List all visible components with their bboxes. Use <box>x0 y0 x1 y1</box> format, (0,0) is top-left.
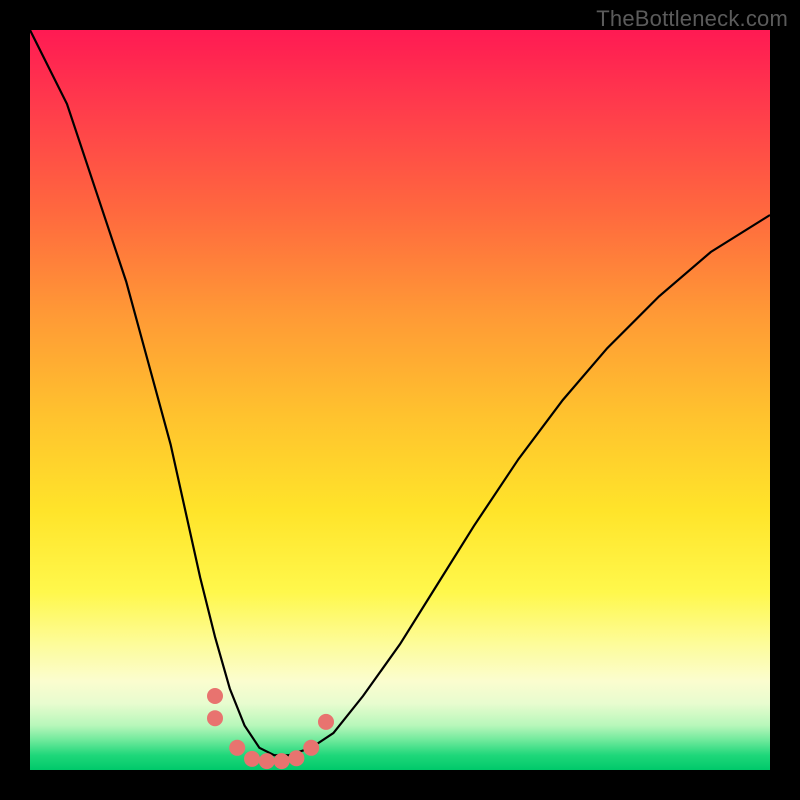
valley-marker <box>274 753 290 769</box>
valley-marker <box>207 710 223 726</box>
valley-marker <box>303 740 319 756</box>
valley-markers <box>207 688 334 769</box>
bottleneck-curve <box>30 30 770 755</box>
plot-area <box>30 30 770 770</box>
valley-marker <box>229 740 245 756</box>
curve-layer <box>30 30 770 770</box>
valley-marker <box>318 714 334 730</box>
valley-marker <box>244 751 260 767</box>
valley-marker <box>259 753 275 769</box>
watermark-text: TheBottleneck.com <box>596 6 788 32</box>
valley-marker <box>207 688 223 704</box>
chart-frame: TheBottleneck.com <box>0 0 800 800</box>
valley-marker <box>288 750 304 766</box>
